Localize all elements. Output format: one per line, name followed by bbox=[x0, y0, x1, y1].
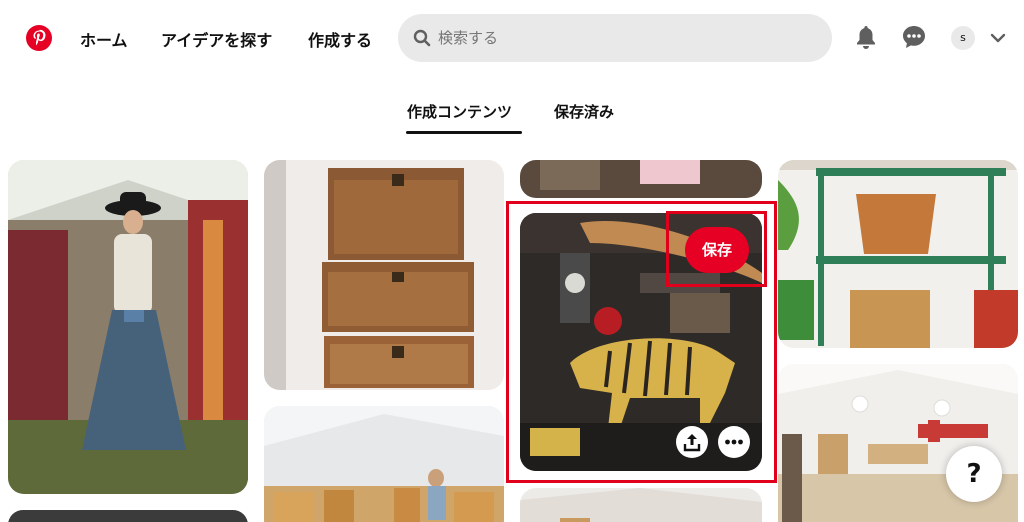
pin-image bbox=[264, 160, 504, 390]
nav-explore-ideas[interactable]: アイデアを探す bbox=[161, 27, 272, 51]
tab-saved[interactable]: 保存済み bbox=[554, 101, 614, 122]
pin-partial-bottom[interactable] bbox=[520, 488, 762, 522]
chat-icon[interactable] bbox=[901, 24, 927, 50]
pin-tent-furniture-photo[interactable] bbox=[264, 406, 504, 522]
pin-partial-top[interactable] bbox=[520, 160, 762, 198]
search-input[interactable] bbox=[438, 26, 818, 50]
pin-image bbox=[264, 406, 504, 522]
nav-create[interactable]: 作成する bbox=[308, 27, 372, 51]
top-navigation: ホーム アイデアを探す 作成する s bbox=[0, 0, 1024, 76]
bell-icon[interactable] bbox=[854, 24, 878, 50]
pin-rattan-chests-photo[interactable] bbox=[264, 160, 504, 390]
nav-home[interactable]: ホーム bbox=[80, 27, 128, 51]
user-avatar[interactable]: s bbox=[951, 26, 975, 50]
share-button[interactable] bbox=[676, 426, 708, 458]
pin-image bbox=[8, 160, 248, 494]
search-bar[interactable] bbox=[398, 14, 832, 62]
pin-partial-column1[interactable] bbox=[8, 510, 248, 522]
search-icon bbox=[413, 29, 431, 47]
help-button[interactable]: ? bbox=[946, 446, 1002, 502]
more-icon bbox=[725, 439, 743, 445]
pin-cowgirl-photo[interactable] bbox=[8, 160, 248, 494]
tab-created[interactable]: 作成コンテンツ bbox=[407, 101, 512, 122]
pin-image bbox=[520, 160, 762, 198]
active-tab-indicator bbox=[406, 131, 522, 134]
share-icon bbox=[683, 434, 701, 452]
save-button[interactable]: 保存 bbox=[685, 227, 749, 273]
pin-image bbox=[520, 488, 762, 522]
pinterest-logo-icon[interactable] bbox=[26, 25, 52, 51]
chevron-down-icon[interactable] bbox=[990, 30, 1006, 46]
pin-image bbox=[778, 160, 1018, 348]
more-options-button[interactable] bbox=[718, 426, 750, 458]
pin-green-shelf-photo[interactable] bbox=[778, 160, 1018, 348]
